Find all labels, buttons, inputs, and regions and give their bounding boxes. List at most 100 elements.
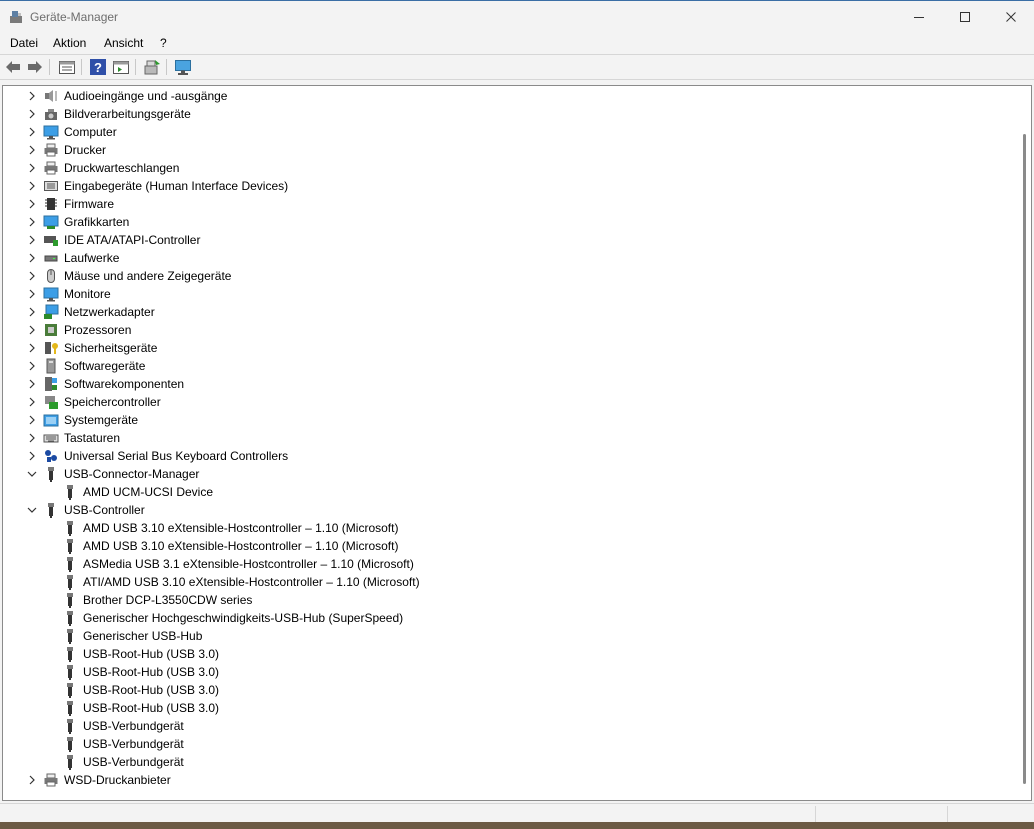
tree-device-label: ASMedia USB 3.1 eXtensible-Hostcontrolle… [83,557,414,571]
tree-category[interactable]: Softwarekomponenten [3,375,1013,393]
chevron-right-icon[interactable] [27,163,37,173]
tree-device-label: USB-Root-Hub (USB 3.0) [83,701,220,715]
status-panel [947,806,1034,822]
tree-category[interactable]: Eingabegeräte (Human Interface Devices) [3,177,1013,195]
tree-device-label: USB-Verbundgerät [83,755,184,769]
minimize-button[interactable] [896,1,942,32]
chevron-right-icon[interactable] [27,253,37,263]
maximize-button[interactable] [942,1,988,32]
tree-device-label: Generischer Hochgeschwindigkeits-USB-Hub… [83,611,404,625]
tree-category[interactable]: USB-Controller [3,501,1013,519]
tree-device[interactable]: ATI/AMD USB 3.10 eXtensible-Hostcontroll… [3,573,1013,591]
chevron-right-icon[interactable] [27,181,37,191]
tree-category[interactable]: Systemgeräte [3,411,1013,429]
chevron-right-icon[interactable] [27,415,37,425]
tree-category[interactable]: Softwaregeräte [3,357,1013,375]
chevron-right-icon[interactable] [27,361,37,371]
tree-device-label: USB-Verbundgerät [83,737,184,751]
chevron-right-icon[interactable] [27,91,37,101]
device-tree[interactable]: Audioeingänge und -ausgänge Bildverarbeit… [2,85,1032,801]
menu-aktion[interactable]: Aktion [53,36,86,50]
toolbar-separator [166,59,167,75]
tree-category[interactable]: Bildverarbeitungsgeräte [3,105,1013,123]
tree-category[interactable]: Laufwerke [3,249,1013,267]
status-panel [815,806,948,822]
chevron-right-icon[interactable] [27,109,37,119]
tree-category-label: Softwaregeräte [64,359,146,373]
tree-category-label: Monitore [64,287,111,301]
tree-device[interactable]: USB-Root-Hub (USB 3.0) [3,699,1013,717]
chevron-right-icon[interactable] [27,307,37,317]
tree-device[interactable]: AMD USB 3.10 eXtensible-Hostcontroller –… [3,537,1013,555]
chevron-right-icon[interactable] [27,127,37,137]
chevron-right-icon[interactable] [27,379,37,389]
usb-plug-icon [67,557,73,572]
tree-category[interactable]: Firmware [3,195,1013,213]
help-icon[interactable]: ? [89,58,107,76]
scrollbar-thumb[interactable] [1023,134,1026,784]
tree-device[interactable]: Brother DCP-L3550CDW series [3,591,1013,609]
tree-device[interactable]: ASMedia USB 3.1 eXtensible-Hostcontrolle… [3,555,1013,573]
chevron-right-icon[interactable] [27,343,37,353]
tree-device[interactable]: Generischer USB-Hub [3,627,1013,645]
tree-category[interactable]: WSD-Druckanbieter [3,771,1013,789]
vertical-scrollbar[interactable] [1019,86,1031,800]
chevron-right-icon[interactable] [27,775,37,785]
menu-datei[interactable]: Datei [10,36,38,50]
chevron-right-icon[interactable] [27,199,37,209]
tree-device[interactable]: USB-Root-Hub (USB 3.0) [3,645,1013,663]
tree-category[interactable]: Universal Serial Bus Keyboard Controller… [3,447,1013,465]
title-bar[interactable]: Geräte-Manager [0,1,1034,32]
chevron-right-icon[interactable] [27,325,37,335]
usb-plug-icon [67,485,73,500]
tree-category[interactable]: Computer [3,123,1013,141]
chevron-right-icon[interactable] [27,145,37,155]
tree-device[interactable]: AMD USB 3.10 eXtensible-Hostcontroller –… [3,519,1013,537]
tree-category[interactable]: Prozessoren [3,321,1013,339]
tree-category[interactable]: USB-Connector-Manager [3,465,1013,483]
back-icon[interactable] [4,58,22,76]
security-key-icon [45,342,58,354]
status-bar [0,803,1034,822]
tree-category[interactable]: IDE ATA/ATAPI-Controller [3,231,1013,249]
tree-device[interactable]: Generischer Hochgeschwindigkeits-USB-Hub… [3,609,1013,627]
chevron-right-icon[interactable] [27,451,37,461]
properties-view-icon[interactable] [58,58,76,76]
tree-category[interactable]: Speichercontroller [3,393,1013,411]
scan-hardware-icon[interactable] [143,58,161,76]
tree-category[interactable]: Tastaturen [3,429,1013,447]
tree-category[interactable]: Sicherheitsgeräte [3,339,1013,357]
tree-device[interactable]: USB-Verbundgerät [3,717,1013,735]
close-button[interactable] [988,1,1034,32]
menu-help[interactable]: ? [160,36,167,50]
chevron-down-icon[interactable] [27,505,37,515]
tree-category[interactable]: Monitore [3,285,1013,303]
chevron-right-icon[interactable] [27,235,37,245]
chevron-right-icon[interactable] [27,271,37,281]
chevron-down-icon[interactable] [27,469,37,479]
tree-category[interactable]: Drucker [3,141,1013,159]
tree-category[interactable]: Mäuse und andere Zeigegeräte [3,267,1013,285]
tree-category[interactable]: Netzwerkadapter [3,303,1013,321]
tree-device[interactable]: USB-Root-Hub (USB 3.0) [3,681,1013,699]
software-device-icon [46,358,56,374]
update-driver-icon[interactable] [112,58,130,76]
chevron-right-icon[interactable] [27,397,37,407]
tree-category[interactable]: Audioeingänge und -ausgänge [3,87,1013,105]
menu-ansicht[interactable]: Ansicht [104,36,143,50]
tree-category[interactable]: Druckwarteschlangen [3,159,1013,177]
chevron-right-icon[interactable] [27,289,37,299]
tree-category[interactable]: Grafikkarten [3,213,1013,231]
window-title: Geräte-Manager [30,10,119,24]
keyboard-icon [43,434,59,443]
tree-category-label: Grafikkarten [64,215,130,229]
chevron-right-icon[interactable] [27,217,37,227]
monitor-icon[interactable] [174,58,192,76]
tree-device[interactable]: USB-Verbundgerät [3,753,1013,771]
speaker-icon [45,90,57,102]
forward-icon[interactable] [26,58,44,76]
tree-device[interactable]: USB-Verbundgerät [3,735,1013,753]
tree-device[interactable]: USB-Root-Hub (USB 3.0) [3,663,1013,681]
tree-device[interactable]: AMD UCM-UCSI Device [3,483,1013,501]
chevron-right-icon[interactable] [27,433,37,443]
